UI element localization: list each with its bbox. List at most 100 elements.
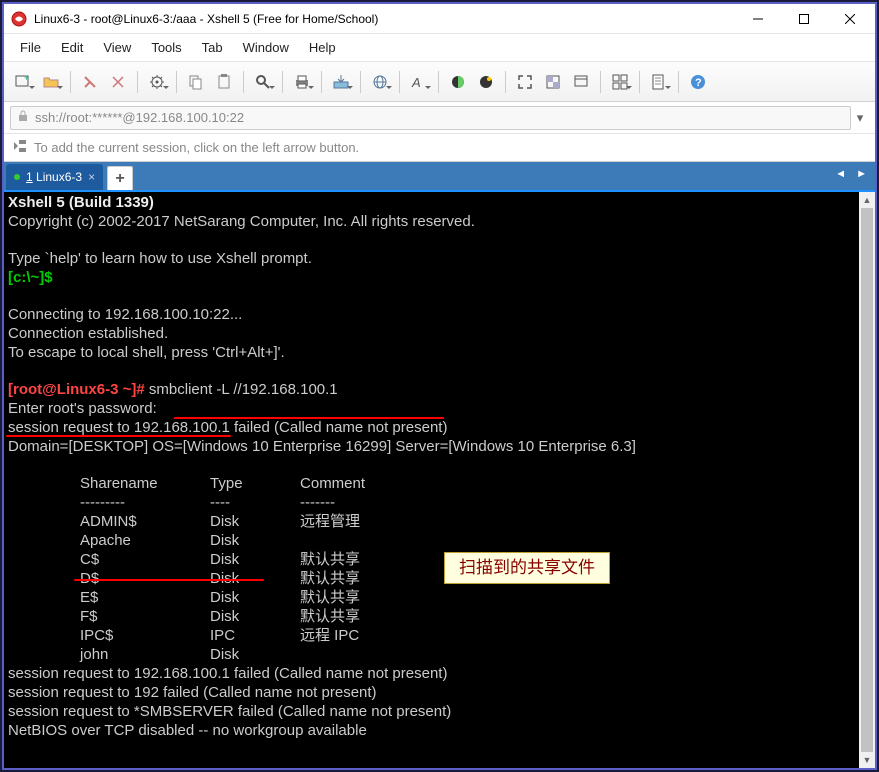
address-input[interactable]: ssh://root:******@192.168.100.10:22 — [10, 106, 851, 130]
session-fail-4: session request to *SMBSERVER failed (Ca… — [8, 703, 451, 720]
menu-help[interactable]: Help — [299, 36, 346, 59]
session-fail-2: session request to 192.168.100.1 failed … — [8, 665, 447, 682]
tab-close-icon[interactable]: × — [88, 170, 95, 184]
properties-icon[interactable] — [144, 69, 170, 95]
share-name: F$ — [80, 608, 210, 626]
transparency-icon[interactable] — [540, 69, 566, 95]
share-type: Disk — [210, 532, 300, 550]
command: smbclient -L //192.168.100.1 — [145, 381, 338, 398]
globe-icon[interactable] — [367, 69, 393, 95]
close-button[interactable] — [827, 4, 873, 33]
copyright: Copyright (c) 2002-2017 NetSarang Comput… — [8, 213, 475, 230]
share-comment: 默认共享 — [300, 589, 360, 606]
hint-text: To add the current session, click on the… — [34, 140, 359, 155]
menu-edit[interactable]: Edit — [51, 36, 93, 59]
new-session-icon[interactable]: + — [10, 69, 36, 95]
session-fail-1: session request to 192.168.100.1 failed … — [8, 419, 447, 436]
lock-scroll-icon[interactable] — [568, 69, 594, 95]
annotation-callout: 扫描到的共享文件 — [444, 552, 610, 584]
add-session-arrow-icon[interactable] — [12, 138, 28, 157]
dash: --------- — [80, 494, 210, 512]
share-comment: 默认共享 — [300, 551, 360, 568]
paste-icon[interactable] — [211, 69, 237, 95]
menu-window[interactable]: Window — [233, 36, 299, 59]
session-fail-3: session request to 192 failed (Called na… — [8, 684, 377, 701]
dash: ------- — [300, 494, 335, 511]
tab-prev-icon[interactable]: ◄ — [831, 166, 850, 182]
share-name: E$ — [80, 589, 210, 607]
share-type: Disk — [210, 608, 300, 626]
annotation-underline — [74, 579, 264, 581]
window-title: Linux6-3 - root@Linux6-3:/aaa - Xshell 5… — [34, 12, 735, 26]
new-tab-button[interactable]: + — [107, 166, 133, 190]
scroll-track[interactable] — [859, 208, 875, 752]
copy-icon[interactable] — [183, 69, 209, 95]
print-icon[interactable] — [289, 69, 315, 95]
scroll-thumb[interactable] — [861, 208, 873, 752]
domain-line: Domain=[DESKTOP] OS=[Windows 10 Enterpri… — [8, 438, 636, 455]
share-comment: 默认共享 — [300, 570, 360, 587]
menu-view[interactable]: View — [93, 36, 141, 59]
col-sharename: Sharename — [80, 475, 210, 493]
address-bar: ssh://root:******@192.168.100.10:22 ▾ — [4, 102, 875, 134]
tab-nav: ◄ ► — [831, 166, 871, 182]
col-comment: Comment — [300, 475, 365, 492]
address-dropdown[interactable]: ▾ — [851, 110, 869, 126]
terminal[interactable]: Xshell 5 (Build 1339) Copyright (c) 2002… — [4, 192, 875, 768]
annotation-underline — [6, 435, 231, 437]
help-line: Type `help' to learn how to use Xshell p… — [8, 250, 312, 267]
maximize-button[interactable] — [781, 4, 827, 33]
share-comment: 默认共享 — [300, 608, 360, 625]
script-icon[interactable] — [646, 69, 672, 95]
menu-tools[interactable]: Tools — [141, 36, 191, 59]
app-icon — [10, 10, 28, 28]
file-transfer-icon[interactable] — [328, 69, 354, 95]
help-icon[interactable]: ? — [685, 69, 711, 95]
share-name: IPC$ — [80, 627, 210, 645]
svg-text:A: A — [411, 75, 421, 90]
tab-strip: 1 Linux6-3 × + ◄ ► — [4, 162, 875, 192]
disconnect-icon[interactable] — [105, 69, 131, 95]
font-icon[interactable]: A — [406, 69, 432, 95]
minimize-button[interactable] — [735, 4, 781, 33]
open-session-icon[interactable] — [38, 69, 64, 95]
hint-bar: To add the current session, click on the… — [4, 134, 875, 162]
window-controls — [735, 4, 873, 33]
svg-text:?: ? — [695, 77, 702, 89]
share-name: john — [80, 646, 210, 664]
svg-text:+: + — [24, 73, 29, 83]
banner: Xshell 5 (Build 1339) — [8, 194, 154, 211]
tab-index: 1 — [26, 170, 33, 184]
share-type: Disk — [210, 551, 300, 569]
address-text: ssh://root:******@192.168.100.10:22 — [35, 110, 244, 125]
find-icon[interactable] — [250, 69, 276, 95]
status-dot-icon — [14, 174, 20, 180]
shell-prompt: [root@Linux6-3 ~]# — [8, 381, 145, 398]
established: Connection established. — [8, 325, 168, 342]
share-type: IPC — [210, 627, 300, 645]
menu-tab[interactable]: Tab — [192, 36, 233, 59]
escape: To escape to local shell, press 'Ctrl+Al… — [8, 344, 285, 361]
window: Linux6-3 - root@Linux6-3:/aaa - Xshell 5… — [2, 2, 877, 770]
tab-next-icon[interactable]: ► — [852, 166, 871, 182]
menubar: File Edit View Tools Tab Window Help — [4, 34, 875, 62]
share-name: Apache — [80, 532, 210, 550]
annotation-underline — [174, 417, 444, 419]
scroll-down-icon[interactable]: ▼ — [859, 752, 875, 768]
color-scheme-icon[interactable] — [445, 69, 471, 95]
reconnect-icon[interactable] — [77, 69, 103, 95]
toolbar: + A ? — [4, 62, 875, 102]
local-prompt: [c:\~]$ — [8, 269, 53, 286]
tile-icon[interactable] — [607, 69, 633, 95]
titlebar: Linux6-3 - root@Linux6-3:/aaa - Xshell 5… — [4, 4, 875, 34]
fullscreen-icon[interactable] — [512, 69, 538, 95]
scrollbar[interactable]: ▲ ▼ — [859, 192, 875, 768]
menu-file[interactable]: File — [10, 36, 51, 59]
lock-icon — [17, 110, 29, 125]
scroll-up-icon[interactable]: ▲ — [859, 192, 875, 208]
highlight-icon[interactable] — [473, 69, 499, 95]
password-prompt: Enter root's password: — [8, 400, 157, 417]
share-type: Disk — [210, 589, 300, 607]
session-tab[interactable]: 1 Linux6-3 × — [6, 164, 103, 190]
dash: ---- — [210, 494, 300, 512]
